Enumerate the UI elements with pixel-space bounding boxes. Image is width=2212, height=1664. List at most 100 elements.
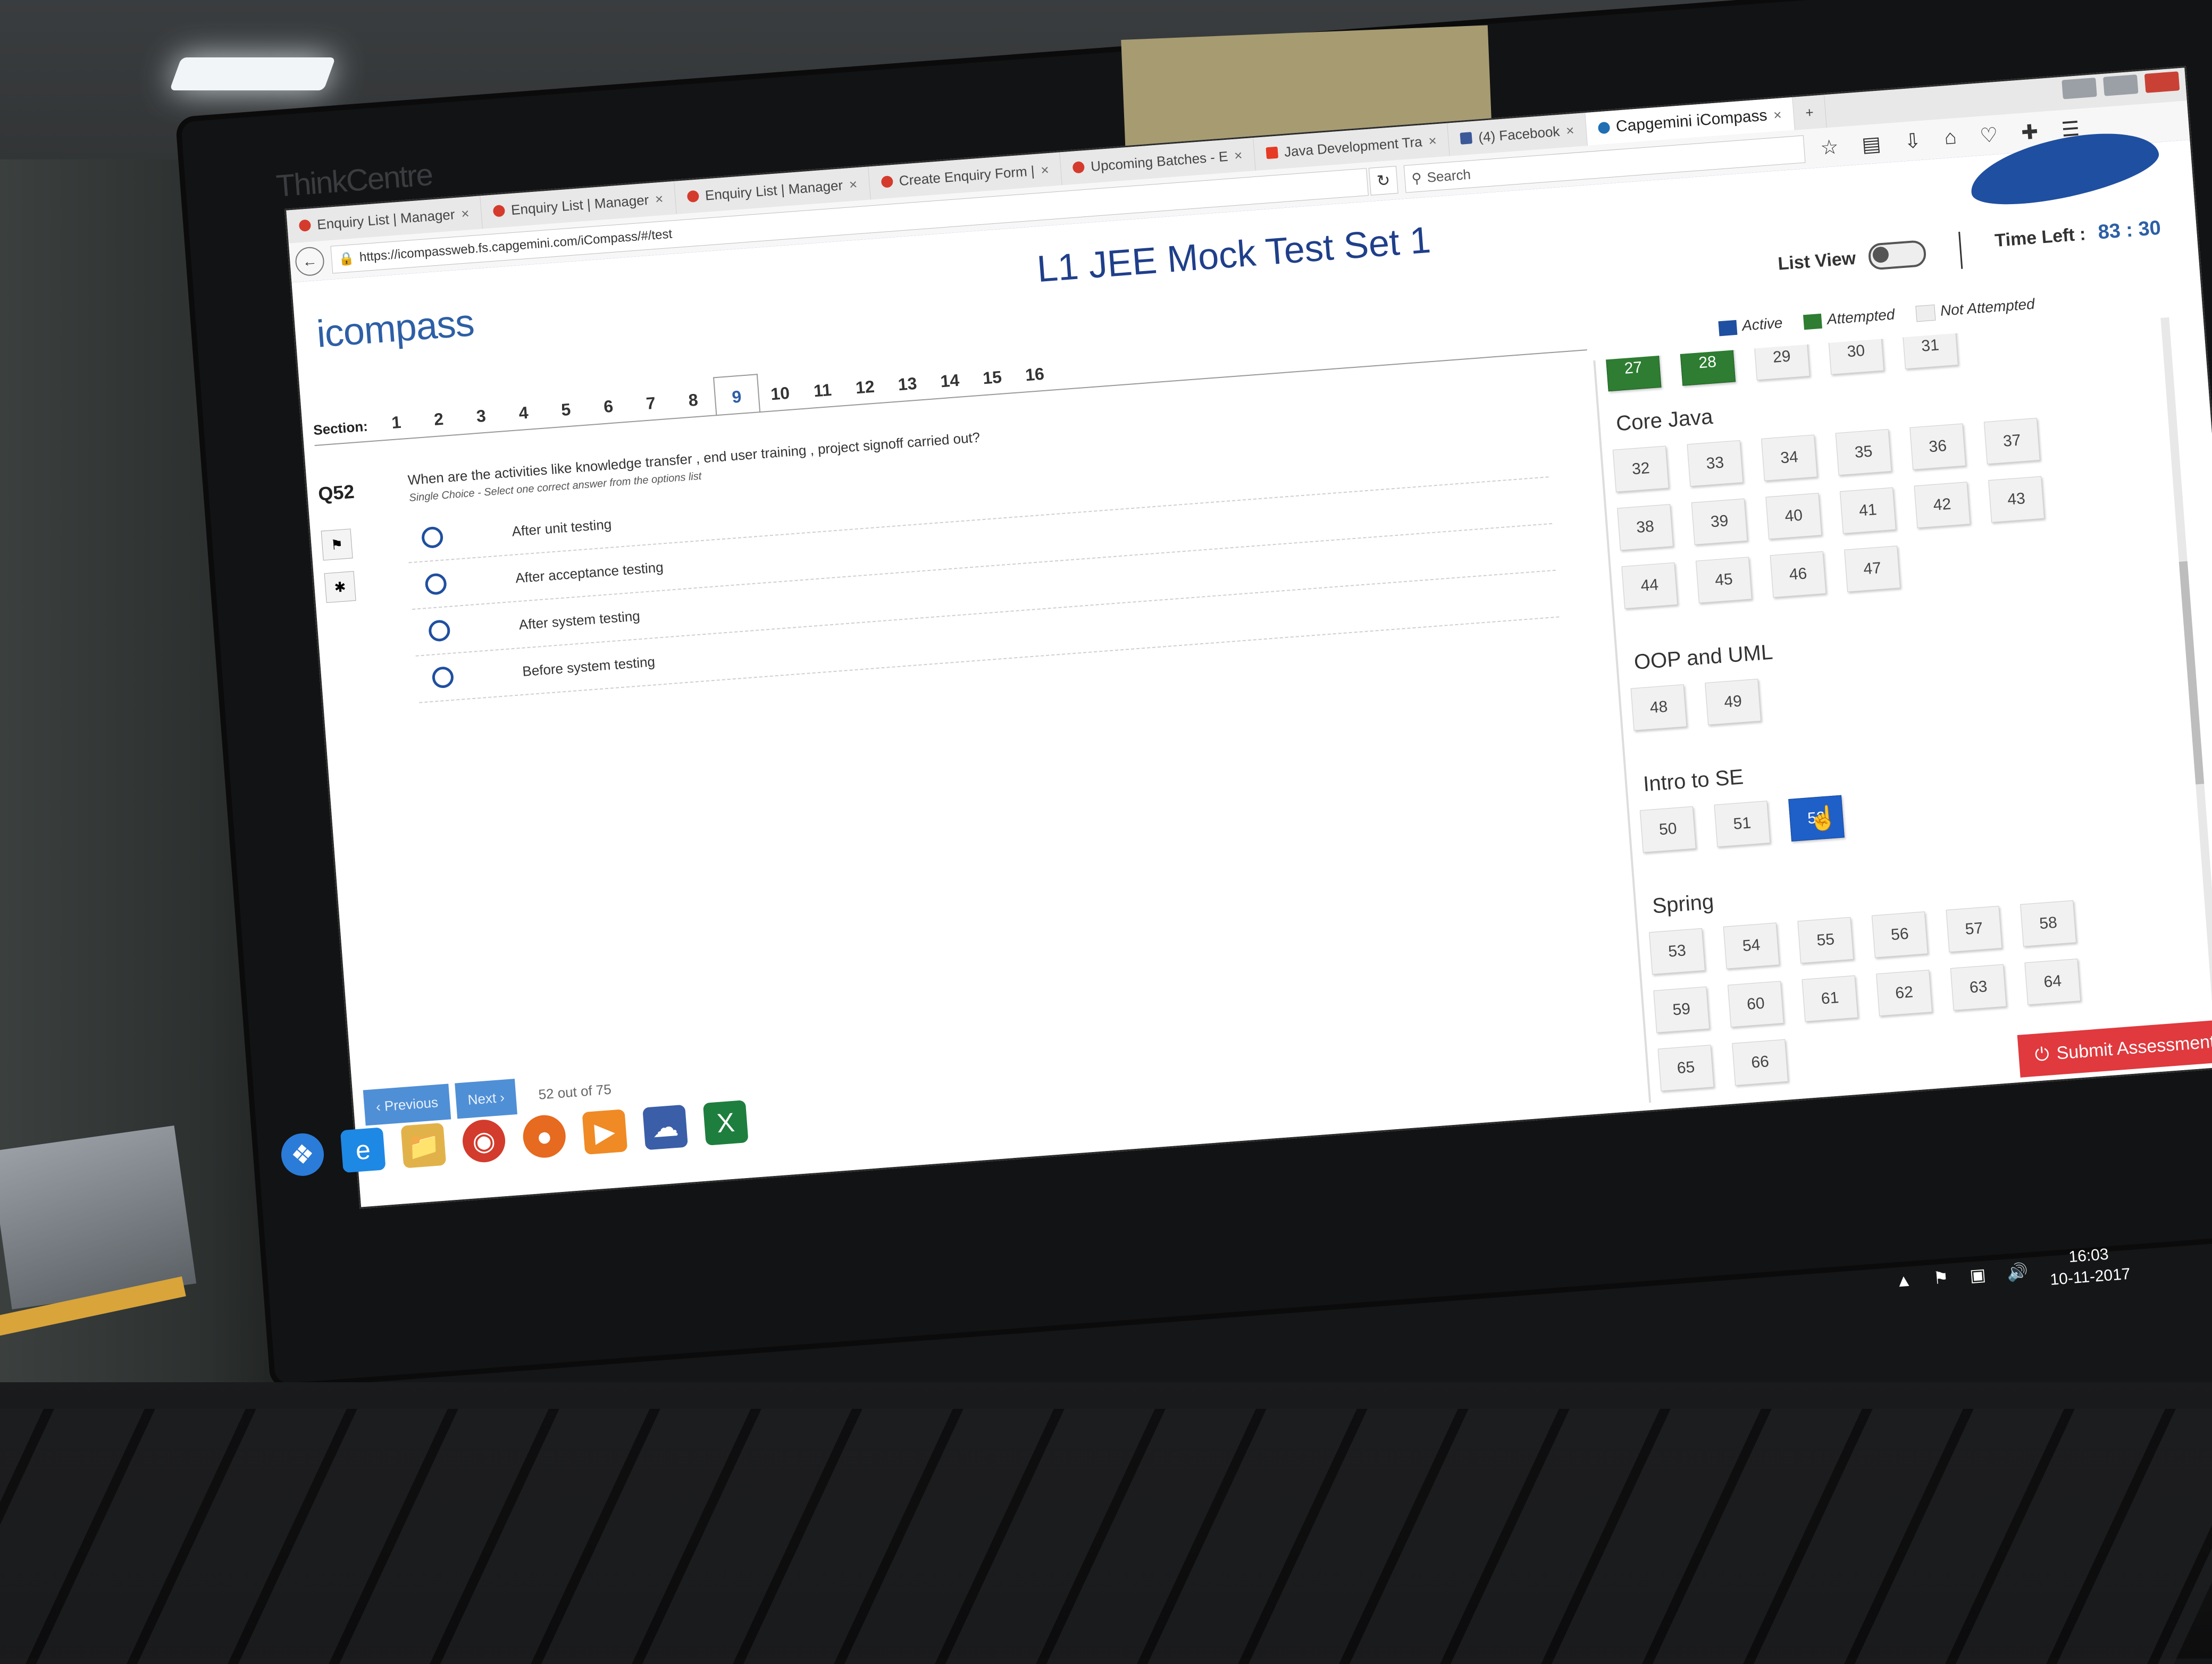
section-tab[interactable]: 6: [586, 395, 631, 425]
question-button[interactable]: 38: [1617, 504, 1673, 551]
question-button[interactable]: 60: [1728, 981, 1784, 1028]
question-button[interactable]: 57: [1946, 905, 2002, 953]
question-button[interactable]: 27: [1605, 345, 1662, 392]
tray-expand-icon[interactable]: ▲: [1895, 1270, 1913, 1291]
legend-active-swatch: [1718, 320, 1738, 337]
question-button[interactable]: 62: [1876, 970, 1933, 1016]
question-button[interactable]: 56: [1872, 911, 1928, 958]
question-button[interactable]: 44: [1621, 562, 1678, 609]
question-button[interactable]: 41: [1840, 487, 1896, 534]
section-tab[interactable]: 4: [501, 401, 546, 432]
question-button[interactable]: 61: [1802, 975, 1858, 1022]
start-button-icon[interactable]: ❖: [280, 1131, 325, 1178]
question-button[interactable]: 65: [1657, 1045, 1714, 1091]
bookmark-star-icon[interactable]: ☆: [1820, 135, 1839, 159]
close-tab-icon[interactable]: ×: [1234, 147, 1243, 164]
section-tab[interactable]: 7: [629, 392, 674, 422]
question-button[interactable]: 32: [1612, 446, 1669, 492]
question-button[interactable]: 28: [1679, 339, 1736, 386]
close-tab-icon[interactable]: ×: [1040, 162, 1049, 179]
radio-button[interactable]: [424, 573, 448, 596]
home-icon[interactable]: ⌂: [1943, 125, 1957, 150]
question-button[interactable]: 53: [1649, 928, 1705, 975]
question-button[interactable]: 36: [1909, 423, 1966, 470]
new-tab-icon[interactable]: +: [1792, 95, 1827, 130]
section-tab[interactable]: 14: [928, 369, 973, 400]
question-button[interactable]: 29: [1753, 334, 1810, 381]
question-button[interactable]: 59: [1653, 986, 1710, 1033]
section-tab[interactable]: 16: [1013, 363, 1058, 393]
question-button[interactable]: 66: [1732, 1039, 1789, 1086]
question-button[interactable]: 30: [1828, 328, 1884, 375]
question-button[interactable]: 63: [1950, 964, 2007, 1011]
close-tab-icon[interactable]: ×: [655, 190, 664, 207]
list-view-toggle[interactable]: [1867, 239, 1927, 271]
question-button[interactable]: 43: [1988, 476, 2045, 523]
reading-list-icon[interactable]: ▤: [1861, 131, 1882, 157]
flag-icon[interactable]: ⚑: [321, 528, 353, 561]
bug-icon[interactable]: ✱: [324, 571, 356, 603]
question-button[interactable]: 46: [1770, 551, 1826, 598]
radio-button[interactable]: [428, 619, 451, 642]
section-tab[interactable]: 8: [671, 389, 716, 419]
close-tab-icon[interactable]: ×: [1565, 122, 1574, 139]
question-button[interactable]: 49: [1705, 678, 1762, 725]
media-player-icon[interactable]: ▶: [582, 1109, 628, 1155]
file-explorer-icon[interactable]: 📁: [400, 1122, 447, 1169]
back-button[interactable]: ←: [294, 246, 325, 277]
internet-explorer-icon[interactable]: e: [340, 1127, 386, 1173]
section-tab[interactable]: 10: [758, 382, 803, 413]
pocket-icon[interactable]: ♡: [1979, 123, 1999, 148]
section-tab[interactable]: 15: [970, 366, 1015, 397]
question-button[interactable]: 39: [1691, 498, 1748, 545]
question-button[interactable]: 52 ☝: [1788, 795, 1845, 842]
question-button[interactable]: 54: [1723, 922, 1780, 969]
question-button[interactable]: 45: [1696, 557, 1752, 603]
section-tab[interactable]: 13: [885, 373, 930, 403]
question-button[interactable]: 34: [1761, 434, 1817, 481]
close-window-button[interactable]: [2144, 71, 2180, 93]
action-center-flag-icon[interactable]: ⚑: [1933, 1267, 1949, 1288]
legend-attempted: Attempted: [1803, 306, 1896, 330]
radio-button[interactable]: [421, 526, 444, 549]
question-button[interactable]: 58: [2020, 900, 2076, 947]
volume-icon[interactable]: 🔊: [2006, 1261, 2029, 1283]
section-tab[interactable]: 11: [801, 379, 845, 409]
section-tab[interactable]: 12: [843, 376, 888, 406]
close-tab-icon[interactable]: ×: [849, 176, 858, 193]
radio-button[interactable]: [431, 666, 455, 689]
question-button[interactable]: 55: [1797, 917, 1854, 964]
section-tab[interactable]: 5: [544, 398, 589, 428]
close-tab-icon[interactable]: ×: [1428, 132, 1437, 149]
divider: [1958, 231, 1963, 269]
question-button[interactable]: 64: [2024, 959, 2081, 1005]
firefox-icon[interactable]: ●: [521, 1113, 567, 1159]
question-button[interactable]: 35: [1835, 428, 1892, 476]
clock[interactable]: 16:03 10-11-2017: [2048, 1242, 2131, 1291]
extension-icon[interactable]: ✚: [2021, 120, 2039, 145]
question-button[interactable]: 40: [1765, 493, 1822, 540]
chrome-icon[interactable]: ◉: [461, 1118, 507, 1164]
minimize-button[interactable]: [2062, 77, 2097, 99]
section-tab[interactable]: 1: [374, 411, 419, 441]
network-icon[interactable]: ▣: [1969, 1264, 1987, 1285]
question-button[interactable]: 47: [1844, 545, 1901, 592]
reload-icon[interactable]: ↻: [1368, 166, 1398, 196]
question-button[interactable]: 31: [1902, 323, 1958, 369]
meeting-app-icon[interactable]: ☁: [642, 1104, 688, 1150]
question-button[interactable]: 51: [1714, 801, 1771, 847]
close-tab-icon[interactable]: ×: [460, 205, 470, 222]
question-button[interactable]: 48: [1630, 684, 1687, 731]
question-button[interactable]: 50: [1639, 806, 1696, 853]
download-icon[interactable]: ⇩: [1903, 128, 1922, 153]
section-tab[interactable]: 2: [417, 408, 462, 438]
excel-icon[interactable]: X: [702, 1100, 749, 1146]
section-tab[interactable]: 3: [459, 405, 504, 435]
question-button[interactable]: 42: [1914, 482, 1971, 528]
section-tab[interactable]: 9: [713, 374, 760, 416]
close-tab-icon[interactable]: ×: [1773, 106, 1782, 123]
maximize-button[interactable]: [2103, 74, 2139, 96]
question-button[interactable]: 37: [1984, 417, 2040, 465]
question-button[interactable]: 33: [1687, 440, 1744, 487]
question-button-number: 30: [1846, 341, 1866, 361]
